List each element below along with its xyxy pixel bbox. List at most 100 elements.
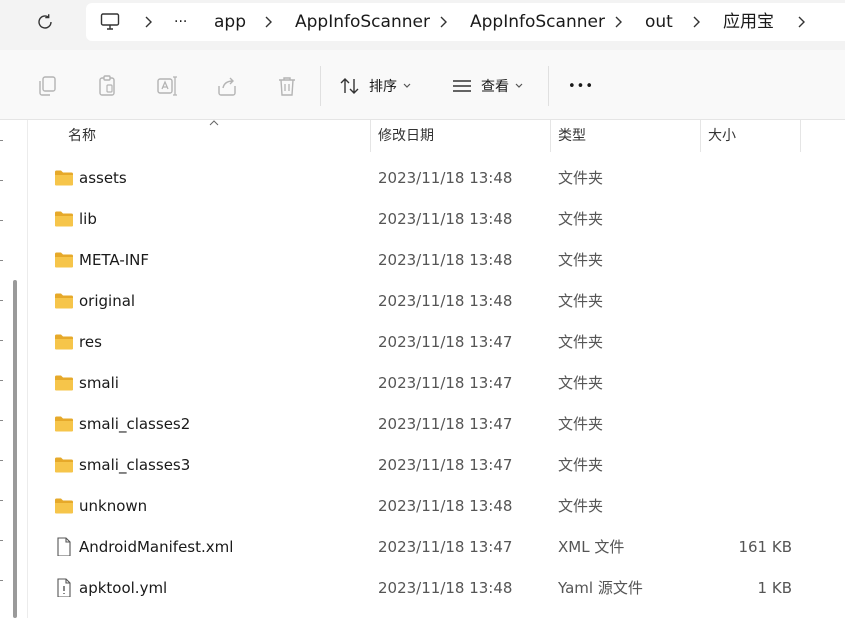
breadcrumb-item-appinfoscanner[interactable]: AppInfoScanner <box>295 3 430 41</box>
toolbar-divider <box>320 66 321 106</box>
column-divider[interactable] <box>800 120 801 152</box>
chevron-down-icon <box>515 83 523 88</box>
file-type: Yaml 源文件 <box>558 579 643 597</box>
file-name: apktool.yml <box>79 579 168 597</box>
breadcrumb-item-appinfoscanner-2[interactable]: AppInfoScanner <box>470 3 605 41</box>
nav-tick <box>0 300 3 301</box>
breadcrumb-item-yingyongbao[interactable]: 应用宝 <box>723 3 774 41</box>
file-row[interactable]: res 2023/11/18 13:47 文件夹 <box>28 322 845 363</box>
share-icon[interactable] <box>215 74 239 98</box>
copy-icon[interactable] <box>35 74 59 98</box>
chevron-right-icon[interactable] <box>143 15 153 29</box>
paste-icon[interactable] <box>95 74 119 98</box>
folder-icon <box>54 456 74 474</box>
file-name: lib <box>79 210 97 228</box>
file-size <box>708 240 792 281</box>
chevron-right-icon[interactable] <box>438 15 448 29</box>
file-row[interactable]: META-INF 2023/11/18 13:48 文件夹 <box>28 240 845 281</box>
column-header: 名称 修改日期 类型 大小 <box>28 120 845 152</box>
file-type: 文件夹 <box>558 292 604 310</box>
breadcrumb-overflow[interactable]: ··· <box>174 3 187 41</box>
folder-icon <box>54 415 74 433</box>
refresh-button[interactable] <box>30 8 60 36</box>
folder-icon <box>54 210 74 228</box>
folder-icon <box>54 497 74 515</box>
nav-tick <box>0 140 3 141</box>
file-modified-date: 2023/11/18 13:48 <box>378 210 513 228</box>
file-name: unknown <box>79 497 148 515</box>
file-type: 文件夹 <box>558 333 604 351</box>
column-divider[interactable] <box>550 120 551 152</box>
file-row[interactable]: smali_classes2 2023/11/18 13:47 文件夹 <box>28 404 845 445</box>
column-header-name[interactable]: 名称 <box>68 120 96 152</box>
file-size: 161 KB <box>738 538 792 556</box>
column-divider[interactable] <box>370 120 371 152</box>
view-list-icon <box>453 80 471 92</box>
file-list-pane: 名称 修改日期 类型 大小 assets 2023/11/18 13:48 文件夹 l… <box>0 120 845 618</box>
column-header-date[interactable]: 修改日期 <box>378 120 434 152</box>
file-modified-date: 2023/11/18 13:47 <box>378 374 513 392</box>
file-row[interactable]: smali_classes3 2023/11/18 13:47 文件夹 <box>28 445 845 486</box>
column-header-size[interactable]: 大小 <box>708 120 736 152</box>
sort-ascending-icon <box>209 120 219 126</box>
file-modified-date: 2023/11/18 13:47 <box>378 538 513 556</box>
file-size <box>708 445 792 486</box>
file-size <box>708 404 792 445</box>
nav-tick <box>0 180 3 181</box>
file-modified-date: 2023/11/18 13:48 <box>378 169 513 187</box>
breadcrumb-item-out[interactable]: out <box>645 3 673 41</box>
breadcrumb-item-app[interactable]: app <box>214 3 246 41</box>
file-name: META-INF <box>79 251 150 269</box>
file-type: 文件夹 <box>558 374 604 392</box>
more-options-button[interactable]: ••• <box>568 72 594 100</box>
file-size <box>708 363 792 404</box>
delete-icon[interactable] <box>275 74 299 98</box>
file-row[interactable]: apktool.yml 2023/11/18 13:48 Yaml 源文件 1 KB <box>28 568 845 609</box>
folder-icon <box>54 251 74 269</box>
refresh-icon <box>38 14 52 29</box>
nav-tick <box>0 420 3 421</box>
file-row[interactable]: assets 2023/11/18 13:48 文件夹 <box>28 158 845 199</box>
file-row[interactable]: original 2023/11/18 13:48 文件夹 <box>28 281 845 322</box>
nav-tick <box>0 260 3 261</box>
chevron-right-icon[interactable] <box>691 15 701 29</box>
command-toolbar: 排序 查看 ••• <box>0 50 845 120</box>
file-size: 1 KB <box>757 579 792 597</box>
column-header-type[interactable]: 类型 <box>558 120 586 152</box>
file-row[interactable]: smali 2023/11/18 13:47 文件夹 <box>28 363 845 404</box>
column-divider[interactable] <box>700 120 701 152</box>
file-name: smali <box>79 374 119 392</box>
file-type: 文件夹 <box>558 210 604 228</box>
computer-icon[interactable] <box>100 12 120 32</box>
nav-tick <box>0 580 3 581</box>
chevron-right-icon[interactable] <box>263 15 273 29</box>
file-type: 文件夹 <box>558 456 604 474</box>
file-modified-date: 2023/11/18 13:48 <box>378 497 513 515</box>
file-modified-date: 2023/11/18 13:47 <box>378 415 513 433</box>
nav-tick <box>0 500 3 501</box>
file-size <box>708 322 792 363</box>
file-name: original <box>79 292 136 310</box>
breadcrumb[interactable]: ··· app AppInfoScanner AppInfoScanner ou… <box>86 3 845 41</box>
address-bar: ··· app AppInfoScanner AppInfoScanner ou… <box>0 0 845 44</box>
chevron-right-icon[interactable] <box>613 15 623 29</box>
file-modified-date: 2023/11/18 13:48 <box>378 251 513 269</box>
folder-icon <box>54 333 74 351</box>
document-icon <box>54 537 74 557</box>
file-name: assets <box>79 169 127 187</box>
file-row[interactable]: AndroidManifest.xml 2023/11/18 13:47 XML 文… <box>28 527 845 568</box>
folder-icon <box>54 292 74 310</box>
file-row[interactable]: lib 2023/11/18 13:48 文件夹 <box>28 199 845 240</box>
file-size <box>708 281 792 322</box>
view-button[interactable]: 查看 <box>451 72 523 100</box>
file-row[interactable]: unknown 2023/11/18 13:48 文件夹 <box>28 486 845 527</box>
file-size <box>708 158 792 199</box>
file-type: XML 文件 <box>558 538 625 556</box>
file-type: 文件夹 <box>558 169 604 187</box>
sort-button[interactable]: 排序 <box>339 72 411 100</box>
chevron-right-icon[interactable] <box>796 15 806 29</box>
file-name: AndroidManifest.xml <box>79 538 234 556</box>
rename-icon[interactable] <box>155 74 179 98</box>
file-name: smali_classes3 <box>79 456 191 474</box>
nav-scrollbar-thumb[interactable] <box>13 280 17 618</box>
